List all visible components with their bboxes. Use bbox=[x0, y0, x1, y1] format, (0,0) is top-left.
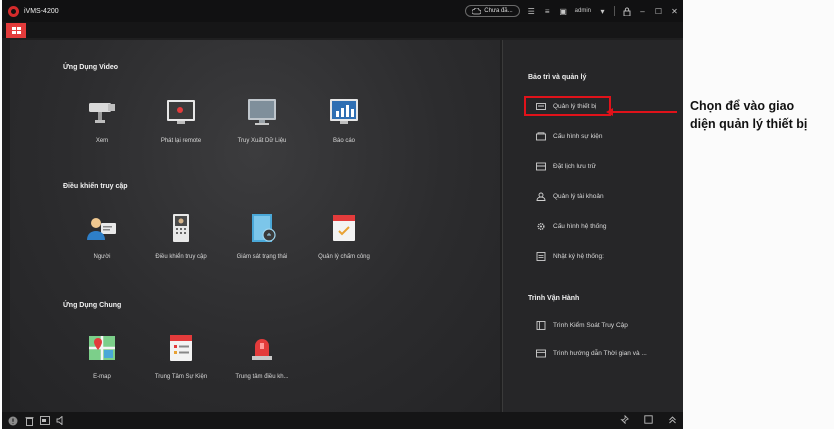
tile-label: Phát lại remote bbox=[160, 138, 202, 144]
tile-label: Xem bbox=[95, 138, 109, 144]
screenshot-root: { "window": {"title": "iVMS-4200", "clou… bbox=[0, 0, 834, 429]
menu-system-log[interactable]: Nhật ký hệ thống: bbox=[536, 249, 604, 263]
highlight-box bbox=[524, 96, 611, 116]
lock-icon[interactable] bbox=[622, 7, 631, 16]
status-bar bbox=[2, 412, 683, 429]
event-config-icon bbox=[536, 131, 546, 140]
menu-icon[interactable]: ≡ bbox=[543, 7, 552, 16]
menu-label: Nhật ký hệ thống: bbox=[553, 252, 604, 260]
app-logo-icon bbox=[8, 5, 19, 17]
window-icon[interactable] bbox=[643, 415, 653, 425]
storage-icon bbox=[536, 162, 546, 170]
picture-icon[interactable]: ▣ bbox=[559, 7, 568, 16]
tile-label: E-map bbox=[93, 374, 111, 380]
gear-icon bbox=[537, 222, 545, 230]
user-icon bbox=[536, 192, 546, 201]
door-panel-icon bbox=[173, 214, 189, 242]
calendar-check-icon bbox=[333, 215, 355, 241]
wizard-icon bbox=[536, 349, 546, 357]
tile-label: Trung Tâm Sự Kiện bbox=[154, 374, 208, 380]
home-button[interactable] bbox=[6, 23, 26, 38]
menu-access-control-wizard[interactable]: Trình Kiểm Soát Truy Cập bbox=[536, 318, 628, 332]
monitor-icon bbox=[248, 99, 276, 125]
section-title-video: Ứng Dụng Video bbox=[63, 64, 119, 71]
maximize-icon[interactable]: ☐ bbox=[654, 7, 663, 16]
menu-system-config[interactable]: Cấu hình hệ thống bbox=[536, 219, 607, 233]
wizard-title: Trình Vận Hành bbox=[528, 295, 580, 302]
user-name[interactable]: admin bbox=[575, 8, 591, 14]
camera-icon bbox=[89, 103, 115, 123]
ivms-window: iVMS-4200 Chưa đă... ☰ ≡ ▣ admin ▾ – ☐ ✕… bbox=[2, 0, 683, 429]
map-icon bbox=[89, 336, 115, 360]
title-bar-controls: Chưa đă... ☰ ≡ ▣ admin ▾ – ☐ ✕ bbox=[465, 3, 679, 19]
title-divider bbox=[614, 6, 615, 16]
playback-monitor-icon bbox=[167, 100, 195, 124]
tile-label: Quản lý chấm công bbox=[318, 254, 370, 260]
annotation-line-1: Chọn để vào giao bbox=[690, 99, 795, 113]
menu-label: Cấu hình sự kiện bbox=[553, 132, 603, 140]
cloud-status-label: Chưa đă... bbox=[484, 8, 513, 14]
cloud-account-button[interactable]: Chưa đă... bbox=[465, 5, 520, 17]
tile-label: Điều khiển truy cập bbox=[155, 254, 207, 260]
event-log-icon[interactable] bbox=[40, 415, 50, 426]
menu-account-management[interactable]: Quản lý tài khoản bbox=[536, 189, 604, 203]
tile-label: Trung tâm điều kh... bbox=[235, 374, 289, 380]
tile-label: Người bbox=[93, 254, 111, 260]
section-title-general: Ứng Dụng Chung bbox=[63, 302, 122, 309]
speaker-icon[interactable] bbox=[56, 415, 66, 426]
grid-icon bbox=[11, 26, 21, 35]
event-list-icon bbox=[170, 335, 192, 361]
log-icon bbox=[536, 251, 546, 261]
maintenance-title: Bảo trì và quản lý bbox=[528, 74, 587, 81]
menu-event-config[interactable]: Cấu hình sự kiện bbox=[536, 129, 603, 143]
pin-icon[interactable] bbox=[619, 414, 629, 425]
close-icon[interactable]: ✕ bbox=[670, 7, 679, 16]
cloud-icon bbox=[472, 7, 482, 14]
annotation-arrow bbox=[611, 111, 677, 113]
user-dropdown-icon[interactable]: ▾ bbox=[598, 7, 607, 16]
person-card-icon bbox=[87, 218, 116, 240]
menu-storage-schedule[interactable]: Đặt lịch lưu trữ bbox=[536, 159, 596, 173]
main-panel: Ứng Dụng Video Xem Phát lại remote Truy … bbox=[10, 40, 500, 412]
collapse-up-icon[interactable] bbox=[667, 415, 677, 425]
annotation-arrow-head bbox=[606, 108, 613, 116]
menu-label: Cấu hình hệ thống bbox=[553, 222, 607, 230]
menu-label: Trình hướng dẫn Thời gian và ... bbox=[553, 349, 647, 357]
status-bar-right bbox=[613, 414, 677, 425]
app-title: iVMS-4200 bbox=[24, 7, 59, 15]
task-list-icon[interactable]: ☰ bbox=[527, 7, 536, 16]
door-status-icon bbox=[252, 214, 276, 242]
alarm-light-icon bbox=[252, 339, 272, 360]
tile-label: Truy Xuất Dữ Liệu bbox=[237, 138, 287, 144]
section-title-access-control: Điều khiển truy cập bbox=[63, 183, 128, 190]
wizard-icon bbox=[536, 320, 546, 330]
menu-label: Đặt lịch lưu trữ bbox=[553, 162, 597, 170]
menu-time-attendance-wizard[interactable]: Trình hướng dẫn Thời gian và ... bbox=[536, 346, 647, 360]
annotation-line-2: diện quản lý thiết bị bbox=[690, 117, 808, 131]
menu-label: Trình Kiểm Soát Truy Cập bbox=[553, 321, 628, 329]
module-toolbar bbox=[2, 22, 683, 38]
report-chart-icon bbox=[330, 99, 358, 124]
annotation-text: Chọn để vào giao diện quản lý thiết bị bbox=[690, 97, 832, 133]
trash-icon[interactable] bbox=[24, 416, 34, 426]
menu-label: Quản lý tài khoản bbox=[553, 192, 604, 200]
tile-label: Báo cáo bbox=[332, 138, 356, 144]
tile-label: Giám sát trạng thái bbox=[236, 254, 288, 260]
minimize-icon[interactable]: – bbox=[638, 7, 647, 16]
alarm-status-icon[interactable] bbox=[8, 416, 18, 426]
title-bar: iVMS-4200 Chưa đă... ☰ ≡ ▣ admin ▾ – ☐ ✕ bbox=[2, 0, 683, 22]
